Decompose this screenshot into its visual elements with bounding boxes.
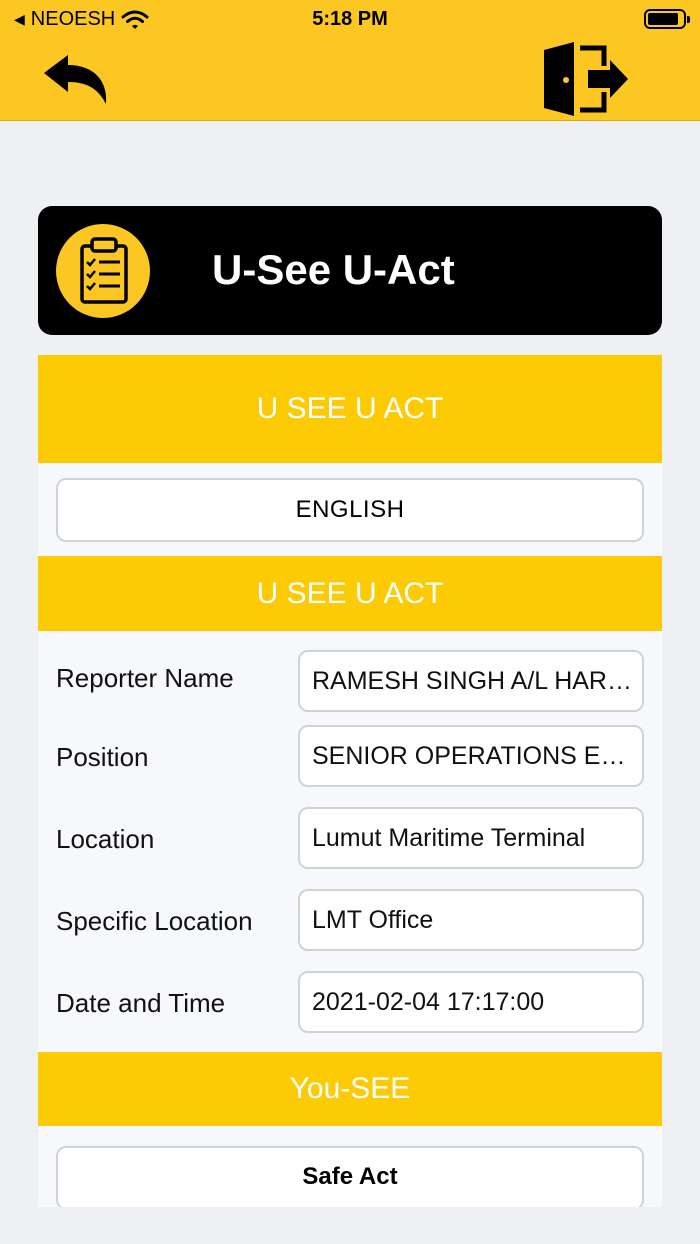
battery-icon — [644, 9, 690, 29]
top-bar: ◀ NEOESH 5:18 PM — [0, 0, 700, 121]
status-bar: ◀ NEOESH 5:18 PM — [0, 0, 700, 40]
language-button[interactable]: ENGLISH — [56, 478, 644, 542]
position-field[interactable]: SENIOR OPERATIONS EXECUTIVE — [298, 725, 644, 787]
field-label: Reporter Name — [56, 663, 234, 693]
module-header-card: U-See U-Act — [38, 206, 662, 335]
field-label: Specific Location — [56, 906, 253, 936]
location-field[interactable]: Lumut Maritime Terminal — [298, 807, 644, 869]
field-label: Position — [56, 742, 149, 772]
subsection-title: U SEE U ACT — [38, 556, 662, 631]
field-label: Location — [56, 824, 155, 854]
page-title: U-See U-Act — [212, 246, 455, 293]
you-see-title: You-SEE — [38, 1052, 662, 1126]
status-time: 5:18 PM — [312, 8, 388, 30]
reporter-name-field[interactable]: RAMESH SINGH A/L HARBANS SINGH — [298, 650, 644, 712]
date-time-field[interactable]: 2021-02-04 17:17:00 — [298, 971, 644, 1033]
specific-location-field[interactable]: LMT Office — [298, 889, 644, 951]
section-title: U SEE U ACT — [38, 355, 662, 463]
back-button[interactable] — [40, 52, 112, 108]
back-arrow-icon — [44, 55, 107, 104]
clipboard-checklist-icon — [56, 224, 150, 318]
safe-act-button[interactable]: Safe Act — [56, 1146, 644, 1207]
logout-door-icon — [544, 42, 628, 116]
report-form: U SEE U ACT ENGLISH U SEE U ACT Reporter… — [38, 355, 662, 1207]
field-label: Date and Time — [56, 988, 226, 1018]
logout-button[interactable] — [540, 40, 632, 118]
